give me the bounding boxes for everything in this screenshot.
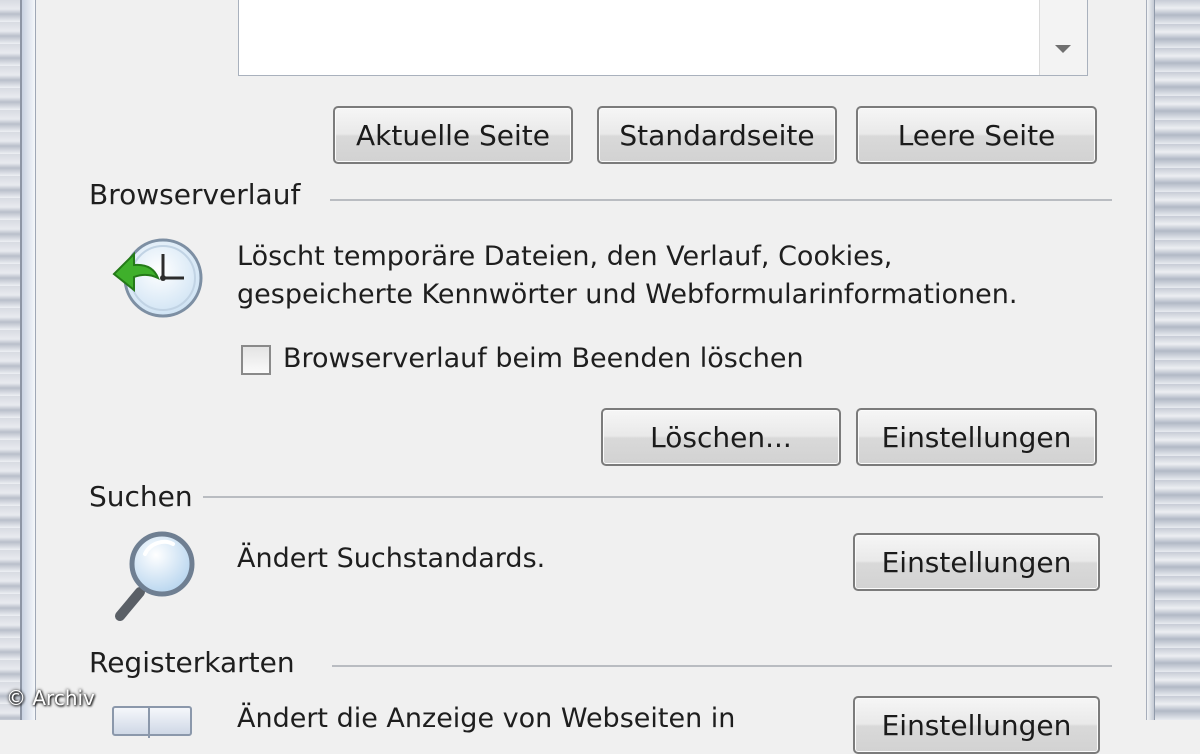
delete-history-button[interactable]: Löschen... [601,408,841,466]
tabs-section-divider [332,665,1112,667]
window-left-border [22,0,36,720]
history-clock-icon [108,234,206,322]
delete-on-exit-checkbox[interactable] [241,345,271,375]
tabs-icon [112,706,192,738]
current-page-button[interactable]: Aktuelle Seite [333,106,573,164]
search-section-title: Suchen [89,480,193,513]
search-description: Ändert Suchstandards. [237,543,546,574]
homepage-textbox[interactable] [238,0,1088,76]
history-description-line1: Löscht temporäre Dateien, den Verlauf, C… [237,241,893,272]
tabs-description: Ändert die Anzeige von Webseiten in [237,703,736,734]
copyright-watermark: © Archiv [6,686,95,710]
history-description-line2: gespeicherte Kennwörter und Webformulari… [237,279,1018,310]
search-settings-button[interactable]: Einstellungen [853,533,1100,591]
scroll-down-arrow-icon[interactable] [1055,45,1071,53]
window-right-frame [1154,0,1200,720]
history-section-title: Browserverlauf [89,178,301,211]
window-left-frame [0,0,22,720]
tabs-settings-button[interactable]: Einstellungen [853,696,1100,754]
homepage-scrollbar[interactable] [1039,0,1087,75]
blank-page-button[interactable]: Leere Seite [856,106,1097,164]
magnifier-icon [112,528,202,622]
delete-on-exit-label[interactable]: Browserverlauf beim Beenden löschen [283,340,804,378]
history-section-divider [330,199,1112,201]
history-settings-button[interactable]: Einstellungen [856,408,1097,466]
search-section-divider [203,496,1103,498]
default-page-button[interactable]: Standardseite [597,106,837,164]
window-right-border [1146,0,1154,720]
tabs-section-title: Registerkarten [89,646,295,679]
